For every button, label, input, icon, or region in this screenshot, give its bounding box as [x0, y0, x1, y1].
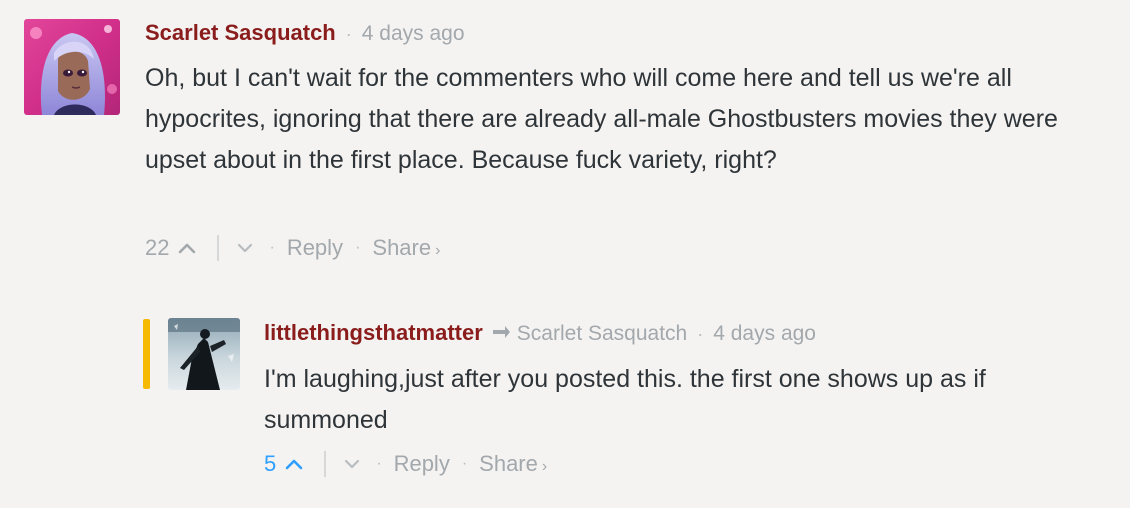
share-button[interactable]: Share ›: [479, 451, 547, 477]
separator-dot: ·: [345, 24, 352, 44]
separator-dot: ·: [355, 239, 361, 256]
vote-count: 22: [145, 235, 170, 260]
separator-dot: ·: [697, 324, 704, 344]
author-name[interactable]: littlethingsthatmatter: [264, 320, 483, 346]
reply-to-author[interactable]: Scarlet Sasquatch: [517, 322, 687, 346]
chevron-down-icon[interactable]: [340, 452, 364, 476]
comment-header: littlethingsthatmatter Scarlet Sasquatch…: [264, 320, 816, 346]
reply-arrow-icon: [491, 323, 511, 346]
timestamp[interactable]: 4 days ago: [713, 322, 816, 346]
new-comment-indicator: [143, 319, 150, 389]
share-button[interactable]: Share ›: [372, 235, 440, 261]
chevron-right-icon: ›: [435, 242, 441, 259]
chevron-right-icon: ›: [541, 458, 548, 475]
separator-dot: ·: [461, 455, 468, 472]
reply-button[interactable]: Reply: [287, 235, 343, 261]
comment-thread: Scarlet Sasquatch · 4 days ago Oh, but I…: [0, 0, 1130, 508]
chevron-up-icon[interactable]: [175, 236, 199, 260]
comment-actions: 22 · Reply · Share ›: [145, 232, 440, 264]
author-name[interactable]: Scarlet Sasquatch: [145, 20, 336, 46]
reply-button[interactable]: Reply: [394, 451, 450, 477]
avatar[interactable]: [24, 19, 120, 115]
chevron-up-icon[interactable]: [282, 452, 306, 476]
vote-divider: [324, 451, 327, 477]
separator-dot: ·: [376, 455, 382, 472]
share-label: Share: [372, 235, 432, 260]
share-label: Share: [479, 451, 538, 476]
separator-dot: ·: [269, 239, 275, 256]
avatar[interactable]: [168, 318, 240, 390]
comment-body: Oh, but I can't wait for the commenters …: [145, 64, 1058, 174]
comment-actions: 5 · Reply · Share ›: [264, 448, 547, 480]
comment-header: Scarlet Sasquatch · 4 days ago: [145, 20, 465, 46]
vote-divider: [217, 235, 220, 261]
timestamp[interactable]: 4 days ago: [362, 22, 465, 46]
chevron-down-icon[interactable]: [233, 236, 257, 260]
vote-count: 5: [264, 451, 277, 476]
comment-body: I'm laughing,just after you posted this.…: [264, 365, 986, 434]
